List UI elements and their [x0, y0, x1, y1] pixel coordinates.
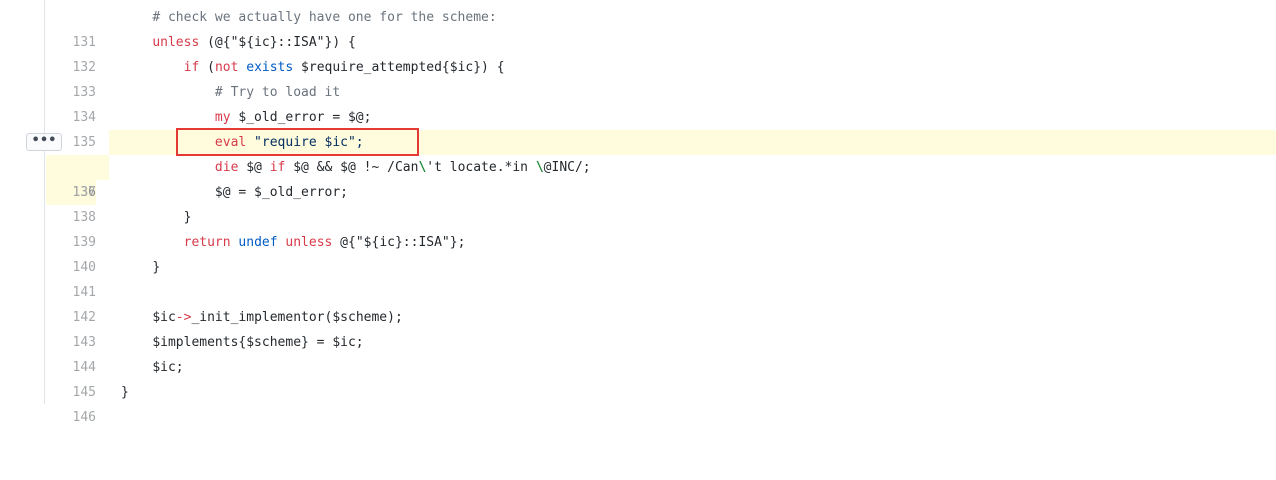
code-text: 't locate.*in [426, 160, 536, 175]
keyword: my [214, 110, 231, 125]
code-text: } [183, 210, 192, 225]
code-content: return undef unless @{"${ic}::ISA"}; [109, 230, 1276, 255]
code-text: @INC/; [543, 160, 591, 175]
code-line: 141 } [0, 255, 1276, 300]
code-content: } [109, 255, 1276, 280]
code-line: 139 } [0, 205, 1276, 250]
code-content: $@ = $_old_error; [109, 180, 1276, 205]
keyword: not [214, 60, 239, 75]
regex-escape: \ [535, 160, 544, 175]
keyword: if [269, 160, 286, 175]
code-content: if (not exists $require_attempted{$ic}) … [109, 55, 1276, 80]
code-line: 145 $ic; [0, 355, 1276, 400]
code-line: 142 [0, 280, 1276, 325]
code-text: $@ && $@ !~ /Can [285, 160, 419, 175]
code-line: 143 $ic->_init_implementor($scheme); [0, 305, 1276, 350]
code-content: $ic; [109, 355, 1276, 380]
code-line: 137 die $@ if $@ && $@ !~ /Can\'t locate… [0, 155, 1276, 200]
comment: # check we actually have one for the sch… [152, 10, 497, 25]
code-text: $ic [152, 310, 176, 325]
code-content: eval "require $ic"; [109, 130, 1276, 155]
keyword: eval [214, 135, 247, 150]
code-content: die $@ if $@ && $@ !~ /Can \'t locate.*in… [109, 155, 1276, 180]
code-text: _init_implementor($scheme); [191, 310, 403, 325]
code-line: 133 if (not exists $require_attempted{$i… [0, 55, 1276, 100]
code-content: unless (@{"${ic}::ISA"}) { [109, 30, 1276, 55]
code-line: 131 # check we actually have one for the… [0, 5, 1276, 50]
code-line: 140 return undef unless @{"${ic}::ISA"}; [0, 230, 1276, 275]
code-text: @{"${ic}::ISA"}; [332, 235, 466, 250]
code-line-highlighted: 136 eval "require $ic"; [0, 130, 1276, 205]
keyword: unless [285, 235, 333, 250]
string-literal: "require $ic"; [246, 135, 364, 150]
code-line: 146 } [0, 380, 1276, 425]
code-text: } [121, 385, 129, 400]
code-line: 144 $implements{$scheme} = $ic; [0, 330, 1276, 375]
code-text: $_old_error = $@; [230, 110, 372, 125]
builtin: exists [246, 60, 294, 75]
comment: # Try to load it [214, 85, 341, 100]
arrow-operator: -> [175, 310, 192, 325]
keyword: return [183, 235, 231, 250]
code-text: (@{"${ic}::ISA"}) { [199, 35, 356, 50]
code-text: } [152, 260, 161, 275]
builtin: undef [238, 235, 278, 250]
code-content: # check we actually have one for the sch… [109, 5, 1276, 30]
ellipsis-icon: ••• [31, 133, 57, 148]
code-line: 134 # Try to load it [0, 80, 1276, 125]
code-view: 131 # check we actually have one for the… [0, 5, 1276, 425]
code-content: # Try to load it [109, 80, 1276, 105]
keyword: unless [152, 35, 200, 50]
code-text: $@ [238, 160, 270, 175]
keyword: die [214, 160, 239, 175]
line-number[interactable]: 146 [46, 405, 96, 430]
code-content: } [109, 205, 1276, 230]
keyword: if [183, 60, 200, 75]
code-text: ( [199, 60, 215, 75]
code-content [109, 280, 1276, 305]
code-content: $ic->_init_implementor($scheme); [109, 305, 1276, 330]
code-content: } [109, 380, 1276, 405]
code-text: $implements{$scheme} = $ic; [152, 335, 364, 350]
code-text: $require_attempted{$ic}) { [293, 60, 505, 75]
code-text: $@ = $_old_error; [214, 185, 348, 200]
code-content: $implements{$scheme} = $ic; [109, 330, 1276, 355]
code-text: $ic; [152, 360, 184, 375]
code-line: 135 my $_old_error = $@; [0, 105, 1276, 150]
line-actions-button[interactable]: ••• [26, 133, 62, 151]
code-content: my $_old_error = $@; [109, 105, 1276, 130]
code-line: 132 unless (@{"${ic}::ISA"}) { [0, 30, 1276, 75]
code-line: 138 $@ = $_old_error; [0, 180, 1276, 225]
